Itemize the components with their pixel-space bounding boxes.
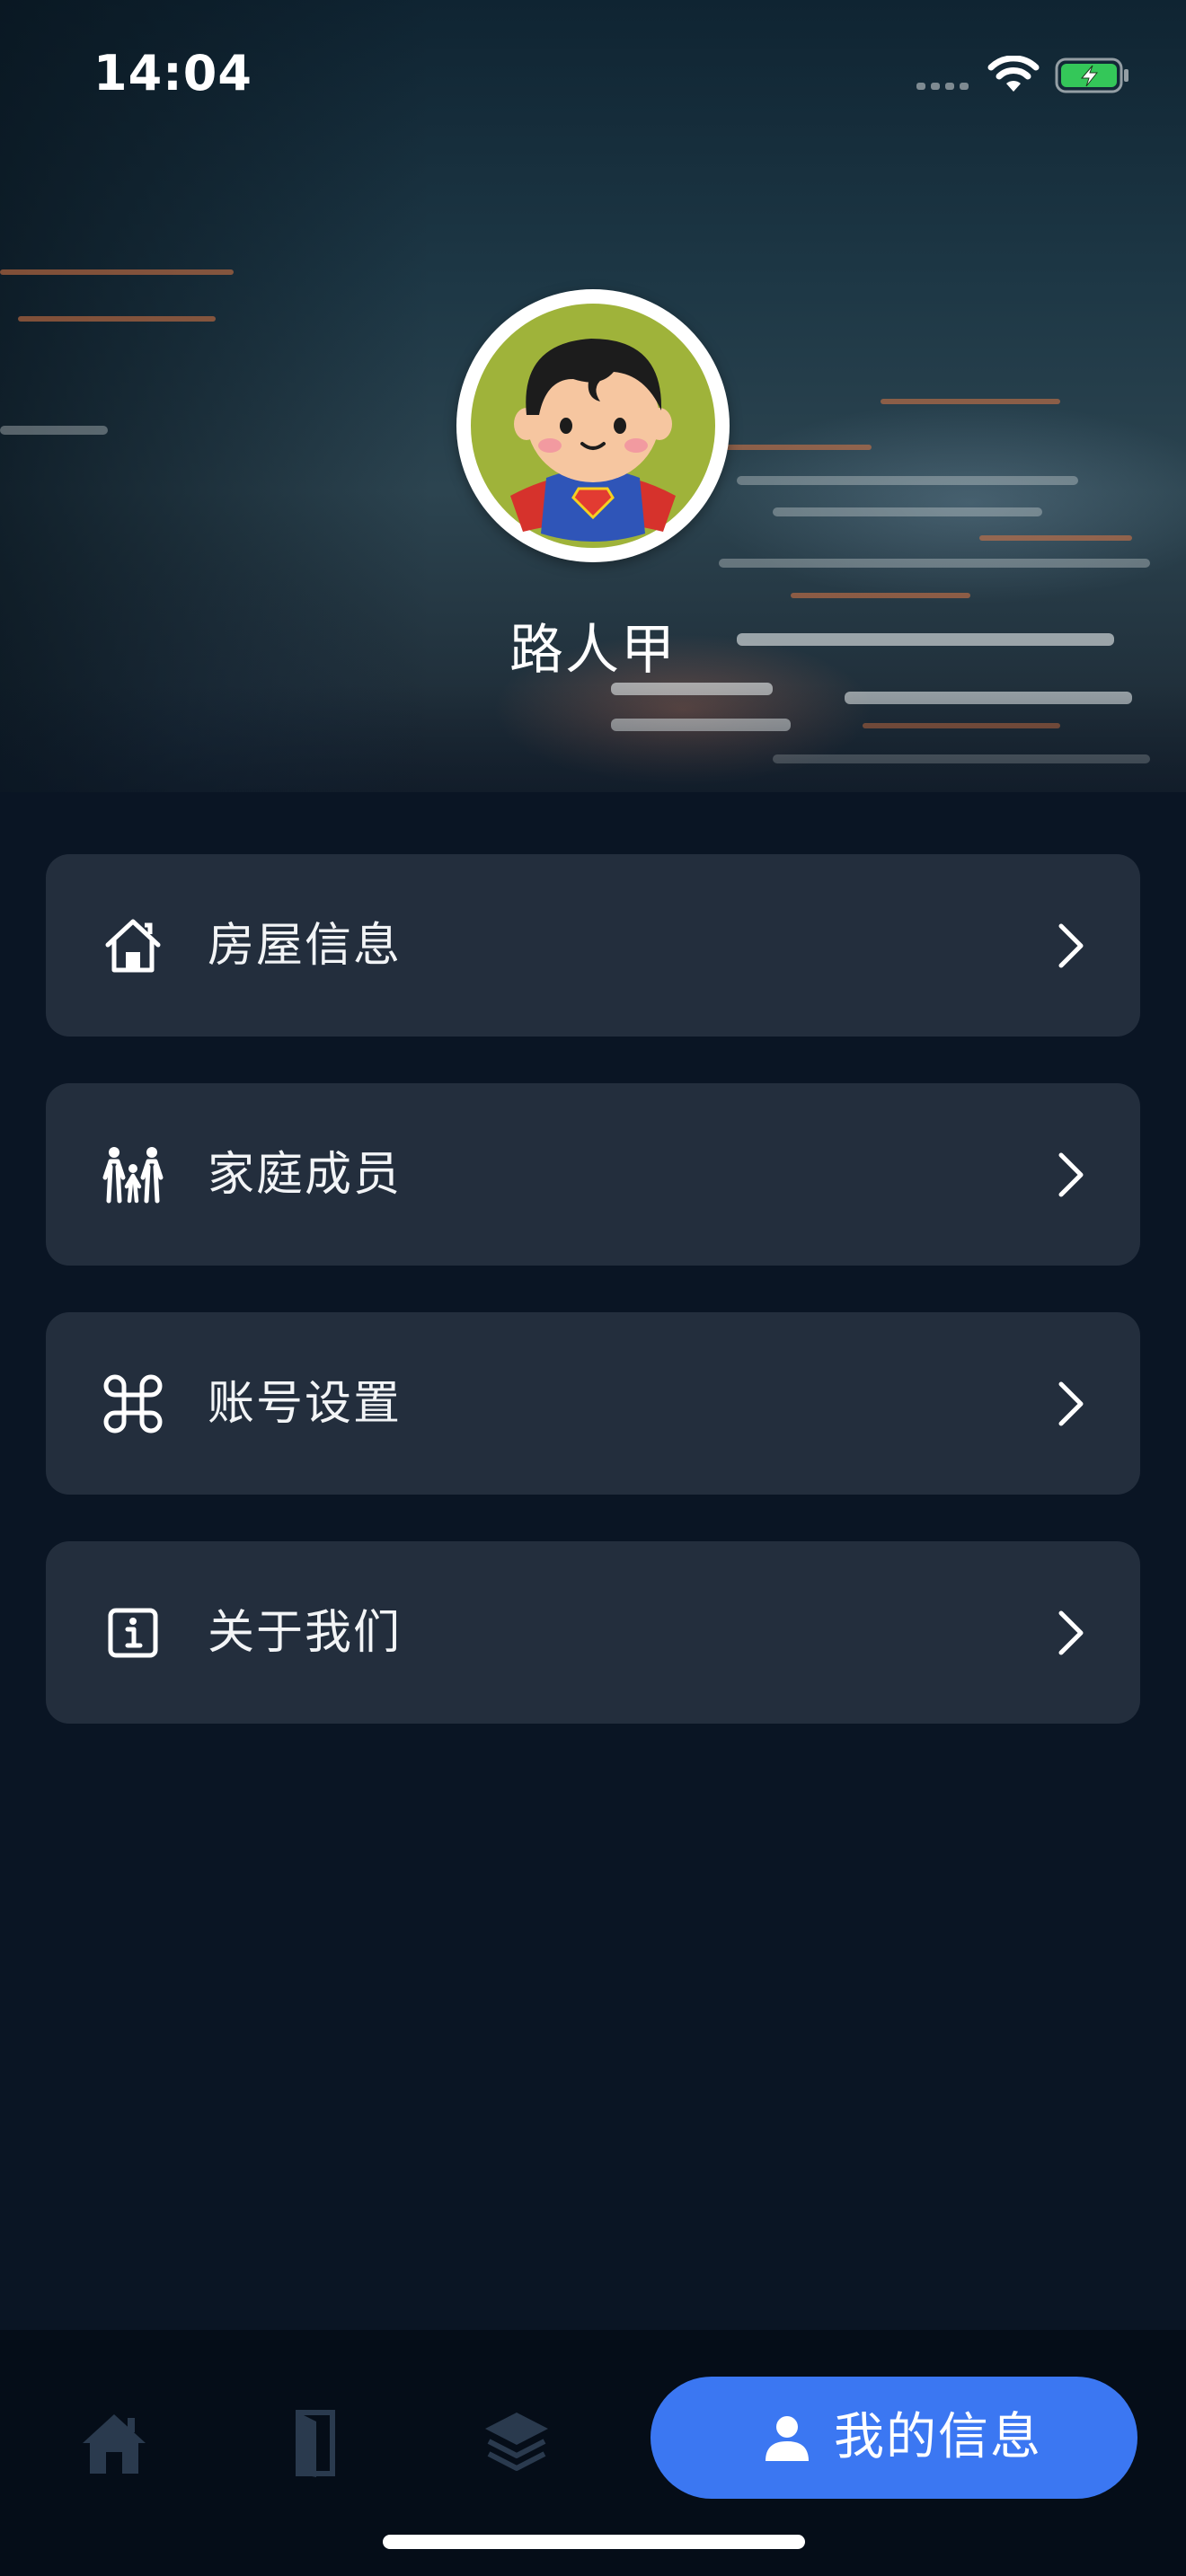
battery-charging-icon xyxy=(1055,57,1128,93)
avatar[interactable] xyxy=(456,289,730,562)
menu-item-house-info[interactable]: 房屋信息 xyxy=(46,854,1140,1037)
house-icon xyxy=(105,919,161,973)
family-icon xyxy=(102,1147,164,1204)
status-time: 14:04 xyxy=(93,45,252,101)
status-bar: 14:04 xyxy=(0,0,1186,144)
tab-my-info[interactable]: 我的信息 xyxy=(651,2377,1137,2499)
menu-item-about-us[interactable]: 关于我们 xyxy=(46,1541,1140,1724)
menu-item-label: 房屋信息 xyxy=(208,919,403,973)
chevron-right-icon xyxy=(1058,1610,1084,1655)
menu-item-label: 家庭成员 xyxy=(208,1148,403,1202)
user-icon xyxy=(766,2416,809,2461)
superman-avatar-illustration xyxy=(464,296,722,555)
tab-label: 我的信息 xyxy=(834,2408,1042,2466)
menu-item-label: 关于我们 xyxy=(208,1606,403,1660)
user-name: 路人甲 xyxy=(509,619,677,682)
home-icon[interactable] xyxy=(74,2402,155,2483)
menu-item-account-settings[interactable]: 账号设置 xyxy=(46,1312,1140,1495)
door-icon[interactable] xyxy=(275,2402,356,2483)
layers-icon[interactable] xyxy=(476,2402,557,2483)
menu-item-label: 账号设置 xyxy=(208,1377,403,1431)
chevron-right-icon xyxy=(1058,923,1084,968)
command-icon xyxy=(103,1374,163,1434)
chevron-right-icon xyxy=(1058,1152,1084,1197)
wifi-icon xyxy=(987,56,1040,92)
home-indicator[interactable] xyxy=(383,2535,805,2549)
chevron-right-icon xyxy=(1058,1381,1084,1426)
info-icon xyxy=(108,1608,158,1658)
cellular-signal-icon xyxy=(916,83,969,90)
menu-item-family-members[interactable]: 家庭成员 xyxy=(46,1083,1140,1266)
